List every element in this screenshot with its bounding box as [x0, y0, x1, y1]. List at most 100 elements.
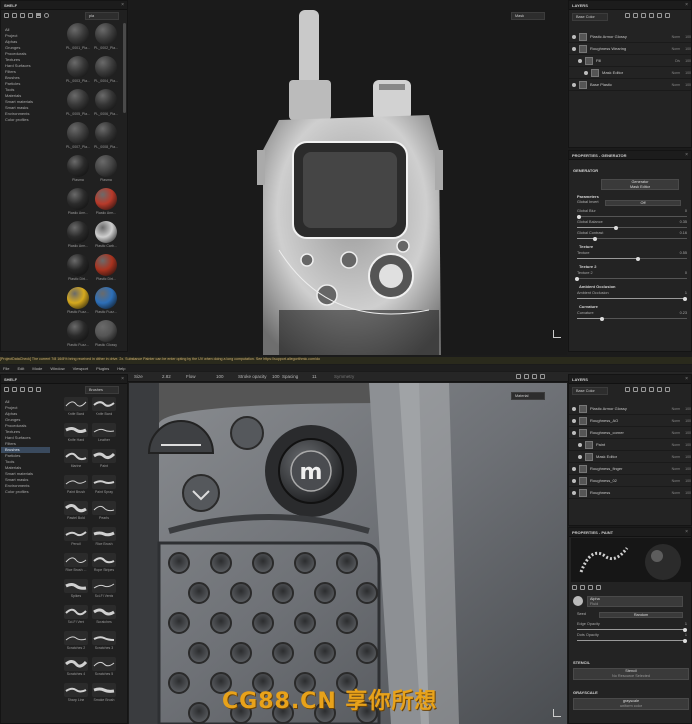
layer-blend-mode[interactable]: Norm [672, 431, 681, 435]
property-group-title[interactable]: Texture [569, 242, 691, 251]
property-group-title[interactable]: Texture 2 [569, 262, 691, 271]
material-thumbnail[interactable]: Plastic Arm... [93, 188, 119, 215]
visibility-eye-icon[interactable] [572, 82, 576, 87]
spacing-value[interactable]: 11 [312, 374, 317, 379]
layer-blend-mode[interactable]: Norm [672, 407, 681, 411]
slider-track[interactable] [577, 214, 687, 219]
material-thumbnail[interactable]: Plastic Fuzz... [65, 287, 91, 314]
folder-icon[interactable] [4, 387, 9, 392]
brush-thumbnail[interactable]: Pastel Bold [63, 501, 89, 520]
material-thumbnail[interactable]: Plastic Dirt... [93, 254, 119, 281]
list-icon[interactable] [20, 13, 25, 18]
brush-thumbnail[interactable]: Rope Stripes [91, 553, 117, 572]
brush-thumbnail[interactable]: Knife Bank [63, 397, 89, 416]
global-invert-toggle[interactable]: Off [605, 200, 681, 206]
layer-row[interactable]: Roughness_AO Norm 100 [569, 415, 691, 427]
layer-row[interactable]: Roughness_corner Norm 100 [569, 427, 691, 439]
slider-knob[interactable] [575, 276, 579, 281]
layer-opacity[interactable]: 100 [685, 479, 691, 483]
brush-thumbnail[interactable]: Paint [91, 449, 117, 468]
slider-track[interactable] [577, 638, 687, 643]
layer-opacity[interactable]: 100 [685, 491, 691, 495]
layer-blend-mode[interactable]: Norm [672, 83, 681, 87]
layer-opacity[interactable]: 100 [685, 407, 691, 411]
brush-thumbnail[interactable]: Sci-Fi Vents [91, 579, 117, 598]
slider-track[interactable] [577, 627, 687, 632]
layer-blend-mode[interactable]: Norm [672, 467, 681, 471]
layer-blend-mode[interactable]: Norm [672, 35, 681, 39]
shelf-category-item[interactable]: Color profiles [1, 489, 50, 495]
menu-item[interactable]: Window [50, 366, 64, 371]
menu-item[interactable]: File [3, 366, 9, 371]
visibility-eye-icon[interactable] [572, 466, 576, 471]
slider-track[interactable] [577, 316, 687, 321]
menu-item[interactable]: Edit [17, 366, 24, 371]
alpha-tab-icon[interactable] [588, 585, 593, 590]
brush-thumbnail[interactable]: Rice Brush ... [63, 553, 89, 572]
layer-opacity[interactable]: 100 [685, 419, 691, 423]
visibility-eye-icon[interactable] [572, 34, 576, 39]
brush-thumbnail[interactable]: Pencil [63, 527, 89, 546]
visibility-eye-icon[interactable] [572, 478, 576, 483]
size-value[interactable]: 2.82 [162, 374, 171, 379]
layer-row[interactable]: Mask Editor Norm 100 [569, 67, 691, 79]
brush-thumbnail[interactable]: Knife Bank [91, 397, 117, 416]
close-icon[interactable]: × [121, 2, 124, 8]
brush-thumbnail[interactable]: Sharp Line [63, 683, 89, 702]
menu-item[interactable]: Plugins [96, 366, 109, 371]
bottom-viewport[interactable]: Material m [129, 383, 567, 724]
material-thumbnail[interactable]: Plastic Carb... [93, 221, 119, 248]
visibility-eye-icon[interactable] [572, 430, 576, 435]
material-thumbnail[interactable]: Plastic Arm... [65, 188, 91, 215]
material-thumbnail[interactable]: PL_0003_Pla... [65, 56, 91, 83]
slider-track[interactable] [577, 225, 687, 230]
top-shelf-search-input[interactable]: pla [85, 12, 119, 20]
material-thumbnail[interactable]: Plastic Arm... [65, 221, 91, 248]
slider-knob[interactable] [682, 627, 687, 632]
symmetry-label[interactable]: Symmetry [334, 374, 354, 379]
layer-blend-mode[interactable]: Div [675, 59, 680, 63]
import-icon[interactable] [28, 13, 33, 18]
paint-layer-icon[interactable] [625, 387, 630, 392]
visibility-eye-icon[interactable] [578, 58, 582, 63]
layer-blend-mode[interactable]: Norm [672, 47, 681, 51]
material-thumbnail[interactable]: PL_0004_Pla... [93, 56, 119, 83]
slider-value[interactable]: 1 [685, 633, 687, 637]
layer-opacity[interactable]: 100 [685, 431, 691, 435]
layer-opacity[interactable]: 100 [685, 83, 691, 87]
layer-row[interactable]: Plastic Armor Glossy Norm 100 [569, 31, 691, 43]
brush-thumbnail[interactable]: Paint Brush [63, 475, 89, 494]
close-icon[interactable]: × [121, 376, 124, 382]
light-icon[interactable] [532, 374, 537, 379]
layer-opacity[interactable]: 100 [685, 467, 691, 471]
visibility-eye-icon[interactable] [572, 46, 576, 51]
layer-blend-mode[interactable]: Norm [672, 479, 681, 483]
brush-thumbnail[interactable]: Marine [63, 449, 89, 468]
grayscale-select-button[interactable]: grayscale uniform color [573, 698, 689, 710]
slider-knob[interactable] [600, 316, 605, 321]
brush-tab-icon[interactable] [572, 585, 577, 590]
material-thumbnail[interactable]: Plasma [93, 155, 119, 182]
visibility-eye-icon[interactable] [572, 406, 576, 411]
layer-row[interactable]: Mask Editor Norm 100 [569, 451, 691, 463]
layer-row[interactable]: Roughness_02 Norm 100 [569, 475, 691, 487]
alpha-select-button[interactable]: Alpha Fluid [587, 596, 683, 607]
brush-thumbnail[interactable]: Scratches 2 [63, 631, 89, 650]
material-thumbnail[interactable]: PL_0002_Pla... [93, 23, 119, 50]
layer-row[interactable]: Base Plastic Norm 100 [569, 79, 691, 91]
material-thumbnail[interactable]: Plastic Glossy [93, 320, 119, 347]
material-tab-icon[interactable] [580, 585, 585, 590]
trash-icon[interactable] [665, 387, 670, 392]
layer-row[interactable]: Roughness Norm 100 [569, 487, 691, 499]
generator-select-button[interactable]: Generator Mask Editor [601, 179, 679, 190]
layer-row[interactable]: Plastic Armor Glossy Norm 100 [569, 403, 691, 415]
layer-row[interactable]: Roughness_finger Norm 100 [569, 463, 691, 475]
visibility-eye-icon[interactable] [578, 442, 582, 447]
layer-blend-mode[interactable]: Norm [672, 419, 681, 423]
alpha-thumb[interactable] [573, 596, 583, 606]
camera-icon[interactable] [516, 374, 521, 379]
bottom-shelf-search-input[interactable]: Brushes [85, 386, 119, 394]
visibility-eye-icon[interactable] [572, 418, 576, 423]
filter-icon[interactable] [36, 387, 41, 392]
menu-item[interactable]: Viewport [73, 366, 89, 371]
